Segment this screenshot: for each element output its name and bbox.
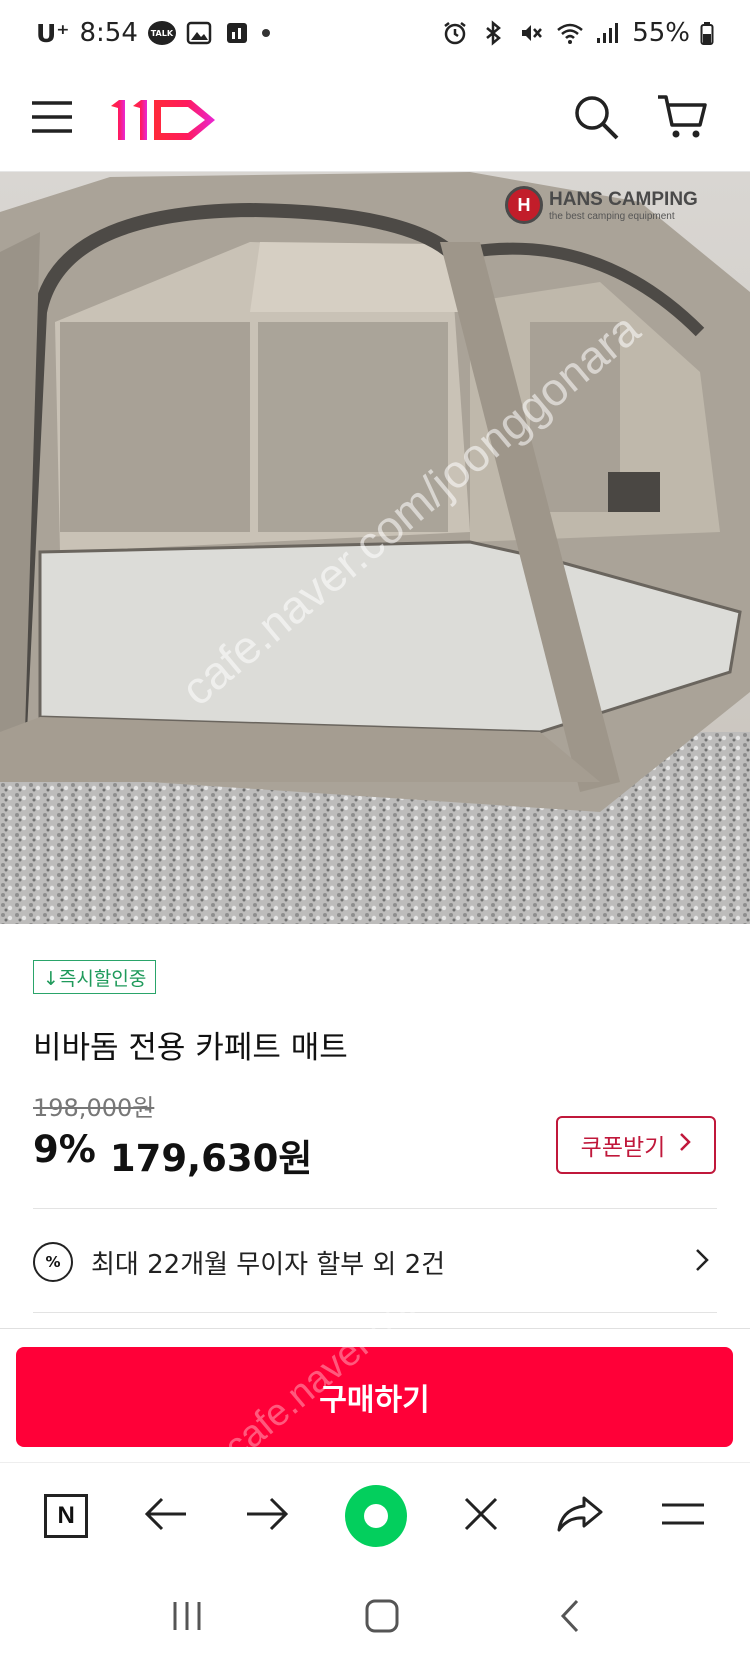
instant-discount-badge: ↓즉시할인중 [33, 960, 157, 994]
hans-logo-icon: H [505, 186, 543, 224]
brand-tagline: the best camping equipment [549, 210, 675, 222]
installment-info-row[interactable]: % 최대 22개월 무이자 할부 외 2건 [33, 1210, 717, 1314]
wifi-icon [556, 20, 584, 46]
green-dot-inner [363, 1503, 388, 1528]
coupon-label: 쿠폰받기 [580, 1135, 666, 1161]
home-icon[interactable] [364, 1598, 400, 1638]
cart-icon[interactable] [656, 93, 708, 145]
bluetooth-icon [480, 20, 508, 46]
search-icon[interactable] [572, 93, 620, 145]
carrier-label: U⁺ [36, 18, 70, 48]
close-icon[interactable] [463, 1496, 499, 1536]
status-bar: U⁺ 8:54 TALK 55% [0, 0, 750, 66]
naver-green-dot-button[interactable] [344, 1484, 407, 1547]
eleven-street-logo[interactable] [109, 94, 221, 144]
system-navigation-bar [0, 1568, 750, 1667]
recent-apps-icon[interactable] [169, 1600, 205, 1636]
forward-arrow-icon[interactable] [245, 1496, 289, 1536]
product-image[interactable]: H HANS CAMPING the best camping equipmen… [0, 172, 750, 924]
sale-price: 179,630원 [109, 1137, 313, 1180]
hamburger-menu-icon[interactable] [660, 1501, 706, 1531]
stats-icon [224, 20, 252, 46]
alarm-icon [442, 20, 470, 46]
browser-toolbar: N [0, 1462, 750, 1568]
brand-name: HANS CAMPING [549, 188, 698, 210]
product-title: 비바돔 전용 카페트 매트 [33, 1030, 348, 1066]
discount-rate: 9% [33, 1128, 96, 1171]
buy-bar: 구매하기 cafe.naver.com [0, 1271, 750, 1469]
naver-home-button[interactable]: N [44, 1493, 89, 1538]
app-header [0, 66, 750, 172]
clock: 8:54 [79, 18, 138, 48]
signal-icon [594, 20, 622, 46]
gallery-icon [186, 20, 214, 46]
sale-price-row: 9% 179,630원 [33, 1128, 312, 1182]
chevron-right-icon [695, 1248, 709, 1276]
back-arrow-icon[interactable] [144, 1496, 188, 1536]
menu-icon[interactable] [30, 97, 74, 141]
installment-text: 최대 22개월 무이자 할부 외 2건 [91, 1249, 446, 1280]
divider [33, 1208, 717, 1209]
buy-button[interactable]: 구매하기 [16, 1347, 733, 1447]
share-icon[interactable] [556, 1495, 604, 1537]
original-price: 198,000원 [33, 1094, 155, 1122]
percent-icon: % [33, 1242, 73, 1282]
system-back-icon[interactable] [559, 1598, 581, 1638]
chevron-right-icon [679, 1132, 692, 1158]
notification-dot [261, 29, 270, 37]
mute-icon [518, 20, 546, 46]
divider [33, 1312, 717, 1313]
kakaotalk-icon: TALK [147, 21, 176, 45]
battery-icon [700, 20, 714, 46]
brand-watermark: H HANS CAMPING the best camping equipmen… [505, 186, 698, 224]
get-coupon-button[interactable]: 쿠폰받기 [556, 1116, 716, 1174]
battery-percent: 55% [632, 18, 690, 48]
